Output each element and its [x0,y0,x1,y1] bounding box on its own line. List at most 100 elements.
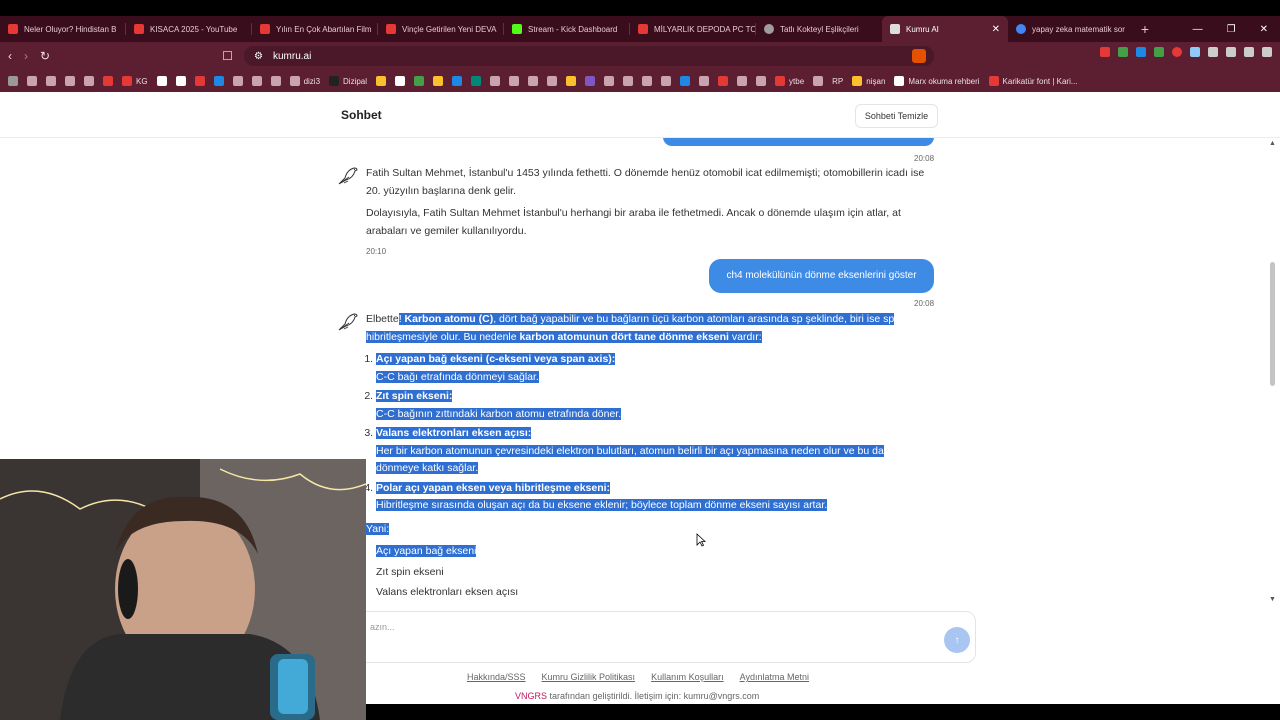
google-icon[interactable] [395,76,406,86]
bookmark-icon[interactable] [251,76,262,86]
site-info-icon[interactable]: ⚙ [254,51,263,62]
bookmark-icon[interactable] [84,76,94,86]
bookmark-icon[interactable] [490,76,501,86]
bookmark-icon[interactable] [376,76,387,86]
list-item: Açı yapan bağ ekseni [376,543,906,561]
bookmark-icon[interactable] [528,76,539,86]
bookmark-icon[interactable] [661,76,672,86]
browser-tab[interactable]: Yılın En Çok Abartılan Film [252,16,378,42]
bookmark-icon[interactable] [471,76,482,86]
list-item: Valans elektronları eksen açısı:Her bir … [376,425,906,478]
extension-icon[interactable] [1136,47,1146,57]
bookmark-item[interactable]: nişan [852,76,885,86]
close-window-icon[interactable]: ✕ [1260,24,1268,35]
extension-icon[interactable] [1154,47,1164,57]
bookmark-item[interactable]: Dizipal [329,76,367,86]
bookmark-item[interactable]: dizi3 [289,76,320,86]
brave-shield-icon[interactable] [912,49,926,63]
browser-tab[interactable]: Stream - Kick Dashboard [504,16,630,42]
browser-tab-active[interactable]: Kumru AI ✕ [882,16,1008,42]
send-button[interactable]: ↑ [944,627,970,653]
youtube-icon[interactable] [103,76,113,86]
browser-tab[interactable]: yapay zeka matematik sor [1008,16,1134,42]
new-tab-icon[interactable]: + [1134,21,1156,37]
bookmark-icon[interactable] [27,76,37,86]
address-bar[interactable]: ⚙ kumru.ai [244,46,934,66]
translate-icon[interactable] [452,76,463,86]
bookmark-item[interactable]: ytbe [775,76,804,86]
bot-message: Elbette! Karbon atomu (C), dört bağ yapa… [366,311,906,605]
bookmark-icon[interactable] [585,76,596,86]
bookmark-icon[interactable] [699,76,710,86]
browser-tab[interactable]: Neler Oluyor? Hindistan B [0,16,126,42]
drive-icon [852,76,863,86]
footer-link-privacy[interactable]: Kumru Gizlilik Politikası [542,672,636,682]
bookmark-icon[interactable] [737,76,748,86]
reload-icon[interactable]: ↻ [40,49,50,63]
apps-grid-icon[interactable] [8,76,18,86]
extensions-puzzle-icon[interactable] [1208,47,1218,57]
footer-link-disclosure[interactable]: Aydınlatma Metni [740,672,809,682]
close-tab-icon[interactable]: ✕ [992,24,1000,35]
message-input[interactable]: azın... [357,611,976,663]
footer-link-terms[interactable]: Kullanım Koşulları [651,672,724,682]
forward-icon[interactable]: › [24,49,28,63]
bookmark-icon[interactable] [718,76,729,86]
youtube-icon [122,76,132,86]
bookmark-item[interactable]: KG [122,76,148,86]
back-icon[interactable]: ‹ [8,49,12,63]
clear-chat-button[interactable]: Sohbeti Temizle [855,104,938,128]
bookmark-icon[interactable] [623,76,634,86]
sidebar-icon[interactable] [1226,47,1236,57]
bookmark-icon[interactable] [232,76,243,86]
bookmark-item[interactable]: RP [832,77,843,86]
bookmark-item[interactable]: Karikatür font | Kari... [988,76,1078,86]
kick-icon [512,24,522,34]
extension-icon[interactable] [1118,47,1128,57]
kumru-icon [890,24,900,34]
brand-name[interactable]: VNGRS [515,691,547,701]
message-time: 20:10 [366,247,387,256]
bookmark-icon[interactable] [65,76,75,86]
extension-icon[interactable] [1172,47,1182,57]
amazon-icon[interactable] [156,76,167,86]
bookmark-icon[interactable] [813,76,824,86]
maps-icon[interactable] [414,76,425,86]
extension-icon[interactable] [1190,47,1200,57]
webcam-feed-image [0,459,366,720]
bookmark-icon[interactable] [756,76,767,86]
message-paragraph: Fatih Sultan Mehmet, İstanbul'u 1453 yıl… [366,167,925,197]
media-icon[interactable] [1244,47,1254,57]
bookmark-icon[interactable] [604,76,615,86]
bookmark-icon[interactable] [46,76,56,86]
bookmark-icon[interactable] [566,76,577,86]
x-icon[interactable] [175,76,186,86]
scroll-down-icon[interactable]: ▼ [1269,596,1276,603]
scroll-up-icon[interactable]: ▲ [1269,140,1276,147]
bookmark-icon[interactable] [680,76,691,86]
extension-icon[interactable] [1100,47,1110,57]
chat-header: Sohbet [0,92,1280,138]
bookmark-icon[interactable] [547,76,558,86]
bookmark-icon[interactable] [213,76,224,86]
bookmark-icon[interactable]: ☐ [222,49,233,63]
maximize-icon[interactable]: ❐ [1227,24,1236,35]
bookmark-icon[interactable] [642,76,653,86]
bookmark-icon[interactable] [509,76,520,86]
browser-tab[interactable]: Tatlı Kokteyl Eşlikçileri [756,16,882,42]
footer-link-about[interactable]: Hakkında/SSS [467,672,526,682]
bookmark-item[interactable]: Marx okuma rehberi [894,76,980,86]
bookmark-icon [988,76,999,86]
bot-message: Fatih Sultan Mehmet, İstanbul'u 1453 yıl… [366,165,926,245]
bookmark-icon[interactable] [194,76,205,86]
bookmark-icon[interactable] [270,76,281,86]
scrollbar-thumb[interactable] [1270,262,1275,386]
browser-tab[interactable]: Vinçle Getirilen Yeni DEVA [378,16,504,42]
browser-tab[interactable]: KISACA 2025 - YouTube [126,16,252,42]
extensions-bar [1100,47,1272,57]
browser-tab[interactable]: MİLYARLIK DEPODA PC TO [630,16,756,42]
chat-scrollbar[interactable]: ▲ ▼ [1268,138,1278,608]
drive-icon[interactable] [433,76,444,86]
menu-icon[interactable] [1262,47,1272,57]
minimize-icon[interactable]: — [1193,24,1203,35]
